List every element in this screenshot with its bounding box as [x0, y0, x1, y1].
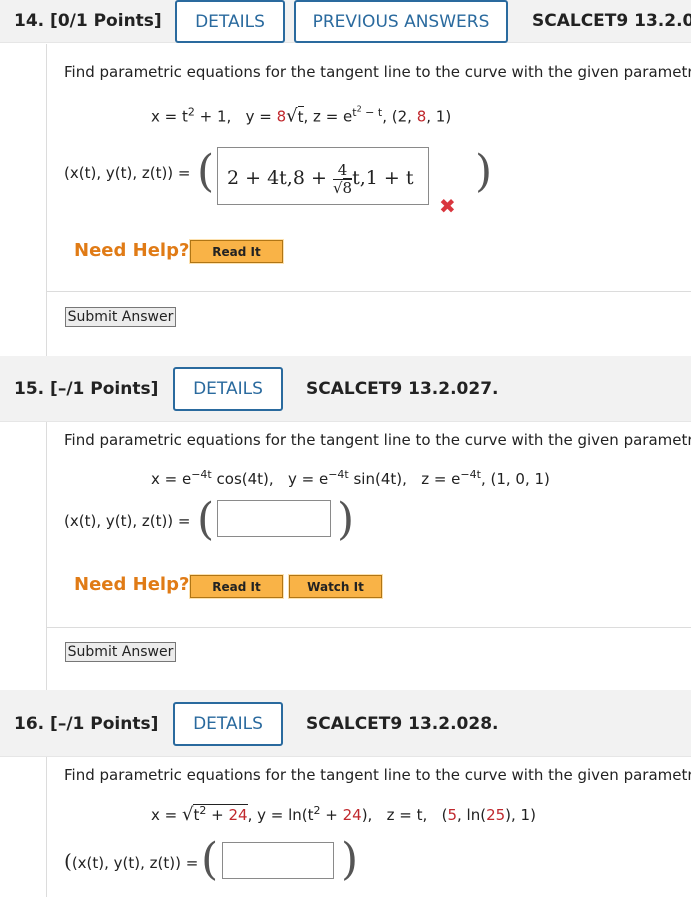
need-help-label: Need Help? — [74, 574, 190, 595]
answer-input[interactable] — [222, 842, 334, 879]
question-number-points: 15. [–/1 Points] — [14, 379, 159, 399]
question-15-header: 15. [–/1 Points] DETAILS SCALCET9 13.2.0… — [0, 356, 691, 422]
watch-it-button[interactable]: Watch It — [288, 574, 383, 599]
question-number-points: 16. [–/1 Points] — [14, 714, 159, 734]
close-paren: ) — [337, 494, 355, 545]
parametric-equation: x = √t2 + 24, y = ln(t2 + 24), z = t, (5… — [151, 804, 536, 825]
open-paren: ( — [197, 494, 215, 545]
answer-value: 2 + 4t,8 + 4 √8 t,1 + t — [227, 161, 414, 197]
submit-answer-button[interactable]: Submit Answer — [65, 642, 176, 662]
open-paren: ( — [197, 146, 215, 197]
parametric-equation: x = e−4t cos(4t), y = e−4t sin(4t), z = … — [151, 468, 550, 488]
question-prompt: Find parametric equations for the tangen… — [64, 431, 691, 449]
question-14-header: 14. [0/1 Points] DETAILS PREVIOUS ANSWER… — [0, 0, 691, 43]
parametric-equation: x = t2 + 1, y = 8√t, z = et2 − t, (2, 8,… — [151, 104, 452, 127]
details-button[interactable]: DETAILS — [173, 702, 283, 746]
submit-area: Submit Answer — [47, 291, 691, 355]
incorrect-icon: ✖ — [439, 194, 456, 218]
details-button[interactable]: DETAILS — [173, 367, 283, 411]
close-paren: ) — [475, 146, 493, 197]
need-help-label: Need Help? — [74, 240, 190, 261]
question-prompt: Find parametric equations for the tangen… — [64, 63, 691, 81]
problem-code: SCALCET9 13.2.025 — [532, 11, 691, 31]
read-it-button[interactable]: Read It — [189, 574, 284, 599]
answer-label: ((x(t), y(t), z(t)) = — [64, 849, 199, 873]
previous-answers-button[interactable]: PREVIOUS ANSWERS — [294, 0, 508, 43]
question-16-header: 16. [–/1 Points] DETAILS SCALCET9 13.2.0… — [0, 690, 691, 757]
answer-label: (x(t), y(t), z(t)) = — [64, 512, 191, 530]
problem-code: SCALCET9 13.2.027. — [306, 379, 499, 399]
open-paren: ( — [201, 834, 219, 885]
read-it-button[interactable]: Read It — [189, 239, 284, 264]
problem-code: SCALCET9 13.2.028. — [306, 714, 499, 734]
close-paren: ) — [341, 834, 359, 885]
submit-area: Submit Answer — [47, 627, 691, 690]
question-prompt: Find parametric equations for the tangen… — [64, 766, 691, 784]
details-button[interactable]: DETAILS — [175, 0, 285, 43]
submit-answer-button[interactable]: Submit Answer — [65, 307, 176, 327]
question-number-points: 14. [0/1 Points] — [14, 11, 162, 31]
question-16-body: Find parametric equations for the tangen… — [46, 757, 691, 897]
answer-label: (x(t), y(t), z(t)) = — [64, 164, 191, 182]
question-14-body: Find parametric equations for the tangen… — [46, 44, 691, 356]
question-15-body: Find parametric equations for the tangen… — [46, 422, 691, 690]
answer-input[interactable] — [217, 500, 331, 537]
